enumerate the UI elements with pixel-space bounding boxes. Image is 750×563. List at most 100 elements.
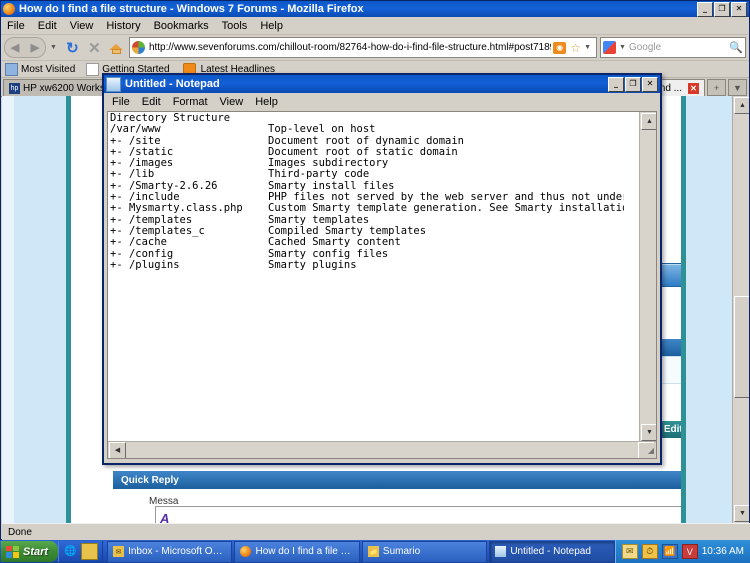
firefox-icon bbox=[240, 546, 252, 557]
page-left-margin bbox=[2, 96, 14, 523]
desktop-screen: How do I find a file structure - Windows… bbox=[0, 0, 750, 563]
search-bar[interactable]: ▼ Google 🔍 bbox=[600, 37, 746, 58]
page-icon bbox=[86, 62, 100, 76]
menu-edit[interactable]: Edit bbox=[38, 20, 57, 32]
home-button[interactable] bbox=[107, 38, 126, 57]
taskbar-item-firefox[interactable]: How do I find a file struc... bbox=[234, 540, 360, 563]
page-scrollbar[interactable]: ▲ ▼ bbox=[732, 96, 749, 523]
notepad-minimize-button[interactable]: _ bbox=[608, 76, 624, 92]
menu-bookmarks[interactable]: Bookmarks bbox=[154, 20, 209, 32]
notepad-menu-edit[interactable]: Edit bbox=[142, 96, 161, 108]
star-folder-icon bbox=[5, 62, 18, 76]
menu-file[interactable]: File bbox=[7, 20, 25, 32]
notepad-client-area[interactable]: Directory Structure /var/www Top-level o… bbox=[107, 111, 657, 459]
home-icon bbox=[108, 41, 124, 54]
firefox-menu-bar: File Edit View History Bookmarks Tools H… bbox=[1, 17, 749, 35]
taskbar-item-notepad[interactable]: Untitled - Notepad bbox=[489, 540, 615, 563]
menu-tools[interactable]: Tools bbox=[222, 20, 248, 32]
firefox-window-controls: _ ❐ ✕ bbox=[697, 1, 747, 17]
search-icon[interactable]: 🔍 bbox=[729, 41, 743, 54]
firefox-minimize-button[interactable]: _ bbox=[697, 1, 713, 17]
notepad-scroll-down-icon[interactable]: ▼ bbox=[641, 424, 656, 441]
new-tab-button[interactable]: + bbox=[707, 79, 726, 96]
notepad-window-controls: _ ❐ ✕ bbox=[608, 76, 658, 92]
notepad-close-button[interactable]: ✕ bbox=[642, 76, 658, 92]
notepad-icon bbox=[495, 546, 507, 557]
menu-view[interactable]: View bbox=[70, 20, 94, 32]
bookmark-star-icon[interactable]: ☆ bbox=[570, 41, 581, 55]
chevron-down-icon[interactable]: ▼ bbox=[50, 44, 57, 51]
quick-reply-editor[interactable]: A bbox=[155, 506, 715, 523]
firefox-title-text: How do I find a file structure - Windows… bbox=[19, 3, 364, 15]
notepad-window[interactable]: Untitled - Notepad _ ❐ ✕ File Edit Forma… bbox=[102, 73, 662, 465]
taskbar-item-label: How do I find a file struc... bbox=[255, 546, 353, 557]
notepad-menu-format[interactable]: Format bbox=[173, 96, 208, 108]
menu-help[interactable]: Help bbox=[260, 20, 283, 32]
status-bar: Done bbox=[2, 523, 750, 540]
mail-icon[interactable]: ✉ bbox=[621, 544, 638, 559]
taskbar-clock[interactable]: 10:36 AM bbox=[702, 546, 744, 557]
quick-launch-bar: 🌐 bbox=[58, 541, 104, 562]
notepad-scroll-left-icon[interactable]: ◀ bbox=[109, 441, 126, 458]
bookmark-label: Most Visited bbox=[21, 63, 76, 75]
page-left-band bbox=[14, 96, 66, 523]
system-tray: ✉ ⏱ 📶 V 10:36 AM bbox=[614, 540, 750, 563]
show-desktop-icon[interactable] bbox=[81, 543, 99, 560]
font-color-icon[interactable]: A bbox=[160, 511, 169, 524]
start-button-label: Start bbox=[23, 545, 49, 558]
notepad-text-content[interactable]: Directory Structure /var/www Top-level o… bbox=[110, 113, 624, 438]
antivirus-icon[interactable]: V bbox=[681, 544, 698, 559]
taskbar-item-outlook[interactable]: ✉ Inbox - Microsoft Outlook bbox=[107, 540, 233, 563]
firefox-close-button[interactable]: ✕ bbox=[731, 1, 747, 17]
address-dropdown-icon[interactable]: ▼ bbox=[584, 44, 591, 51]
quick-reply-header: Quick Reply bbox=[113, 471, 723, 489]
internet-explorer-icon[interactable]: 🌐 bbox=[63, 544, 78, 559]
notepad-title-text: Untitled - Notepad bbox=[125, 78, 220, 90]
notepad-horizontal-scrollbar[interactable]: ◀ ▶ bbox=[108, 441, 656, 458]
tab-list-button[interactable]: ▼ bbox=[728, 79, 747, 96]
notepad-icon bbox=[106, 76, 121, 92]
forward-button-icon[interactable]: ▶ bbox=[25, 37, 46, 58]
notepad-menu-file[interactable]: File bbox=[112, 96, 130, 108]
menu-history[interactable]: History bbox=[106, 20, 140, 32]
clock-icon[interactable]: ⏱ bbox=[641, 544, 658, 559]
taskbar-item-label: Inbox - Microsoft Outlook bbox=[128, 546, 226, 557]
bookmark-most-visited[interactable]: Most Visited bbox=[5, 62, 76, 76]
back-forward-group: ◀ ▶ bbox=[4, 37, 46, 58]
search-input[interactable]: Google bbox=[629, 42, 661, 53]
firefox-navigation-toolbar: ◀ ▶ ▼ ↻ ✕ http://www.sevenforums.com/chi… bbox=[1, 35, 749, 61]
notepad-vertical-scrollbar[interactable]: ▲ ▼ bbox=[639, 112, 656, 442]
scroll-down-icon[interactable]: ▼ bbox=[734, 505, 749, 522]
taskbar-item-label: Untitled - Notepad bbox=[510, 546, 591, 557]
rss-feed-icon[interactable]: ◉ bbox=[553, 41, 567, 54]
network-icon[interactable]: 📶 bbox=[661, 544, 678, 559]
notepad-menu-view[interactable]: View bbox=[220, 96, 244, 108]
hp-icon: hp bbox=[9, 82, 20, 94]
notepad-resize-grip[interactable]: ◢ bbox=[641, 443, 656, 458]
notepad-menu-help[interactable]: Help bbox=[255, 96, 278, 108]
site-favicon-icon bbox=[131, 41, 145, 54]
notepad-menu-bar: File Edit Format View Help bbox=[104, 93, 660, 110]
page-scrollbar-thumb[interactable] bbox=[734, 296, 749, 398]
task-buttons: ✉ Inbox - Microsoft Outlook How do I fin… bbox=[103, 540, 615, 563]
taskbar: Start 🌐 ✉ Inbox - Microsoft Outlook How … bbox=[0, 540, 750, 563]
search-engine-chevron-icon[interactable]: ▼ bbox=[619, 44, 626, 51]
close-icon[interactable]: ✕ bbox=[688, 82, 699, 94]
start-button[interactable]: Start bbox=[1, 541, 59, 562]
notepad-title-bar: Untitled - Notepad _ ❐ ✕ bbox=[104, 75, 660, 93]
taskbar-item-sumario[interactable]: 📁 Sumario bbox=[361, 540, 488, 563]
notepad-maximize-button[interactable]: ❐ bbox=[625, 76, 641, 92]
notepad-scroll-up-icon[interactable]: ▲ bbox=[641, 113, 656, 130]
back-button-icon[interactable]: ◀ bbox=[4, 37, 25, 58]
page-right-band bbox=[686, 96, 732, 523]
reload-icon[interactable]: ↻ bbox=[63, 38, 82, 57]
google-icon bbox=[603, 41, 616, 54]
firefox-restore-button[interactable]: ❐ bbox=[714, 1, 730, 17]
editor-toolbar: A bbox=[156, 507, 714, 524]
address-bar-url: http://www.sevenforums.com/chillout-room… bbox=[148, 42, 552, 53]
outlook-icon: ✉ bbox=[113, 546, 125, 557]
stop-icon[interactable]: ✕ bbox=[85, 38, 104, 57]
scroll-up-icon[interactable]: ▲ bbox=[734, 97, 749, 114]
firefox-logo-icon bbox=[3, 3, 15, 15]
address-bar[interactable]: http://www.sevenforums.com/chillout-room… bbox=[128, 37, 597, 58]
